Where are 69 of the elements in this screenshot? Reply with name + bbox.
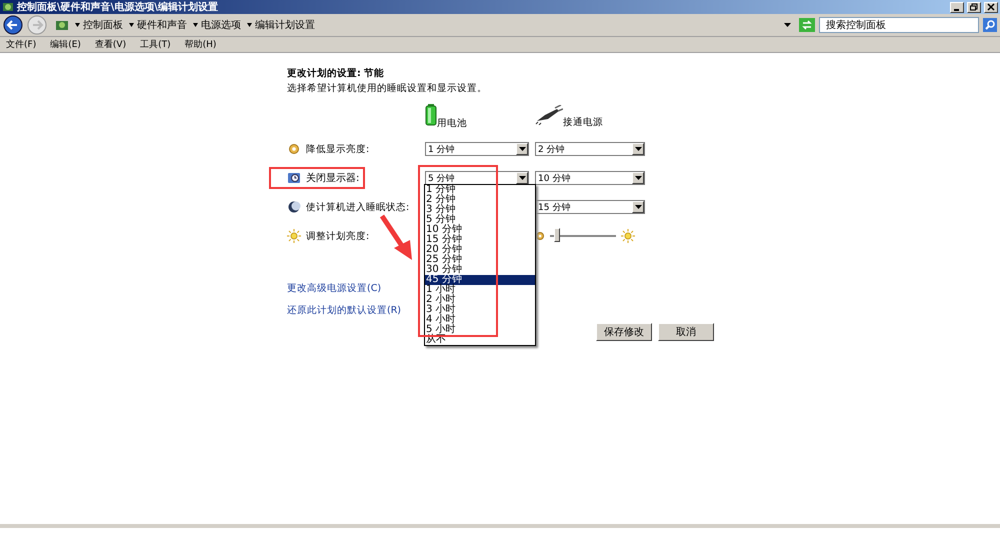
restore-button[interactable] xyxy=(967,2,981,12)
dropdown-option[interactable]: 15 分钟 xyxy=(425,235,535,245)
sun-icon xyxy=(621,229,635,243)
setting-label: 使计算机进入睡眠状态: xyxy=(306,200,410,214)
link[interactable]: 更改高级电源设置(C) xyxy=(287,282,382,295)
dropdown-caret-icon xyxy=(634,147,642,151)
search-icon[interactable] xyxy=(983,18,997,32)
menu-item[interactable]: 编辑(E) xyxy=(50,38,81,51)
menu-item[interactable]: 文件(F) xyxy=(6,38,36,51)
dropdown-option[interactable]: 30 分钟 xyxy=(425,265,535,275)
control-panel-icon xyxy=(2,1,14,13)
setting-label: 降低显示亮度: xyxy=(306,142,370,156)
back-icon[interactable] xyxy=(3,15,23,35)
caret-icon xyxy=(193,23,198,27)
dropdown-option[interactable]: 5 分钟 xyxy=(425,215,535,225)
save-button[interactable]: 保存修改 xyxy=(596,323,652,341)
dropdown[interactable]: 2 分钟 xyxy=(535,142,645,156)
setting-label: 调整计划亮度: xyxy=(306,230,370,242)
dropdown-option[interactable]: 5 小时 xyxy=(425,325,535,335)
minimize-button[interactable] xyxy=(950,2,964,12)
dropdown-option[interactable]: 20 分钟 xyxy=(425,245,535,255)
search-field[interactable]: 搜索控制面板 xyxy=(819,17,979,33)
link[interactable]: 还原此计划的默认设置(R) xyxy=(287,304,402,317)
menu-item[interactable]: 工具(T) xyxy=(140,38,171,51)
moon-icon xyxy=(287,200,301,214)
dropdown-option[interactable]: 2 小时 xyxy=(425,295,535,305)
dropdown-caret-icon xyxy=(634,176,642,180)
menu-item[interactable]: 查看(V) xyxy=(94,38,126,51)
menu-item[interactable]: 帮助(H) xyxy=(184,38,216,51)
dropdown[interactable]: 5 分钟 xyxy=(425,171,529,185)
column-label: 接通电源 xyxy=(563,116,603,128)
dropdown[interactable]: 15 分钟 xyxy=(535,200,645,214)
breadcrumb-link[interactable]: 编辑计划设置 xyxy=(255,18,315,32)
page-subtitle: 选择希望计算机使用的睡眠设置和显示设置。 xyxy=(287,82,487,95)
dropdown-caret-icon xyxy=(518,176,526,180)
dropdown-option[interactable]: 3 分钟 xyxy=(425,205,535,215)
dropdown-caret-icon xyxy=(784,23,791,27)
caret-icon xyxy=(75,23,80,27)
breadcrumb-link[interactable]: 硬件和声音 xyxy=(137,18,187,32)
setting-label: 关闭显示器: xyxy=(306,172,360,185)
restore-icon xyxy=(970,3,978,11)
breadcrumb-link[interactable]: 电源选项 xyxy=(201,18,241,32)
monitor-clock-icon xyxy=(287,171,301,185)
dim-sun-icon xyxy=(287,142,301,156)
control-panel-icon xyxy=(55,18,69,32)
power-plug-icon xyxy=(535,104,563,124)
battery-icon xyxy=(425,103,437,126)
page-heading: 更改计划的设置: 节能 xyxy=(287,67,384,80)
cancel-button[interactable]: 取消 xyxy=(658,323,714,341)
breadcrumb-link[interactable]: 控制面板 xyxy=(83,18,123,32)
close-icon xyxy=(987,3,995,11)
slider-thumb[interactable] xyxy=(554,228,560,242)
dropdown-option[interactable]: 25 分钟 xyxy=(425,255,535,265)
dropdown-option[interactable]: 4 小时 xyxy=(425,315,535,325)
column-label: 用电池 xyxy=(437,118,467,129)
dropdown[interactable]: 1 分钟 xyxy=(425,142,529,156)
dropdown-option[interactable]: 10 分钟 xyxy=(425,225,535,235)
dropdown-option[interactable]: 3 小时 xyxy=(425,305,535,315)
dropdown-caret-icon xyxy=(634,205,642,209)
dropdown-option[interactable]: 1 小时 xyxy=(425,285,535,295)
sun-icon xyxy=(287,229,301,243)
caret-icon xyxy=(247,23,252,27)
dropdown-option[interactable]: 2 分钟 xyxy=(425,195,535,205)
window-title: 控制面板\硬件和声音\电源选项\编辑计划设置 xyxy=(17,0,219,14)
close-button[interactable] xyxy=(984,2,998,12)
dropdown[interactable]: 10 分钟 xyxy=(535,171,645,185)
refresh-icon[interactable] xyxy=(799,18,815,32)
caret-icon xyxy=(129,23,134,27)
dropdown-caret-icon xyxy=(518,147,526,151)
